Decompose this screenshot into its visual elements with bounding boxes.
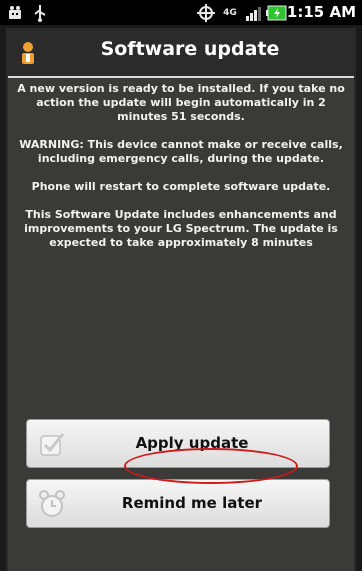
signal-icon [244, 3, 262, 22]
apply-update-button[interactable]: Apply update [26, 419, 330, 468]
gps-icon [196, 3, 216, 22]
warning-paragraph: WARNING: This device cannot make or rece… [19, 138, 343, 165]
battery-icon [266, 3, 288, 22]
phone-screen: 4G 1:15 AM Software update A new version… [0, 0, 362, 571]
title-divider [8, 76, 354, 78]
status-bar: 4G 1:15 AM [0, 0, 362, 25]
restart-paragraph: Phone will restart to complete software … [31, 180, 331, 193]
apply-update-label: Apply update [135, 434, 249, 452]
remind-me-later-button[interactable]: Remind me later [26, 479, 330, 528]
status-time: 1:15 AM [286, 3, 356, 21]
dialog-message: A new version is ready to be installed. … [8, 82, 354, 264]
countdown-paragraph: A new version is ready to be installed. … [17, 82, 345, 123]
dialog-title-bar: Software update [8, 30, 354, 76]
description-paragraph: This Software Update includes enhancemen… [24, 208, 338, 249]
4g-icon: 4G [223, 7, 237, 18]
dialog-title: Software update [100, 38, 280, 60]
notification-android-icon [5, 3, 25, 22]
usb-icon [32, 3, 48, 22]
remind-me-later-label: Remind me later [121, 494, 263, 512]
